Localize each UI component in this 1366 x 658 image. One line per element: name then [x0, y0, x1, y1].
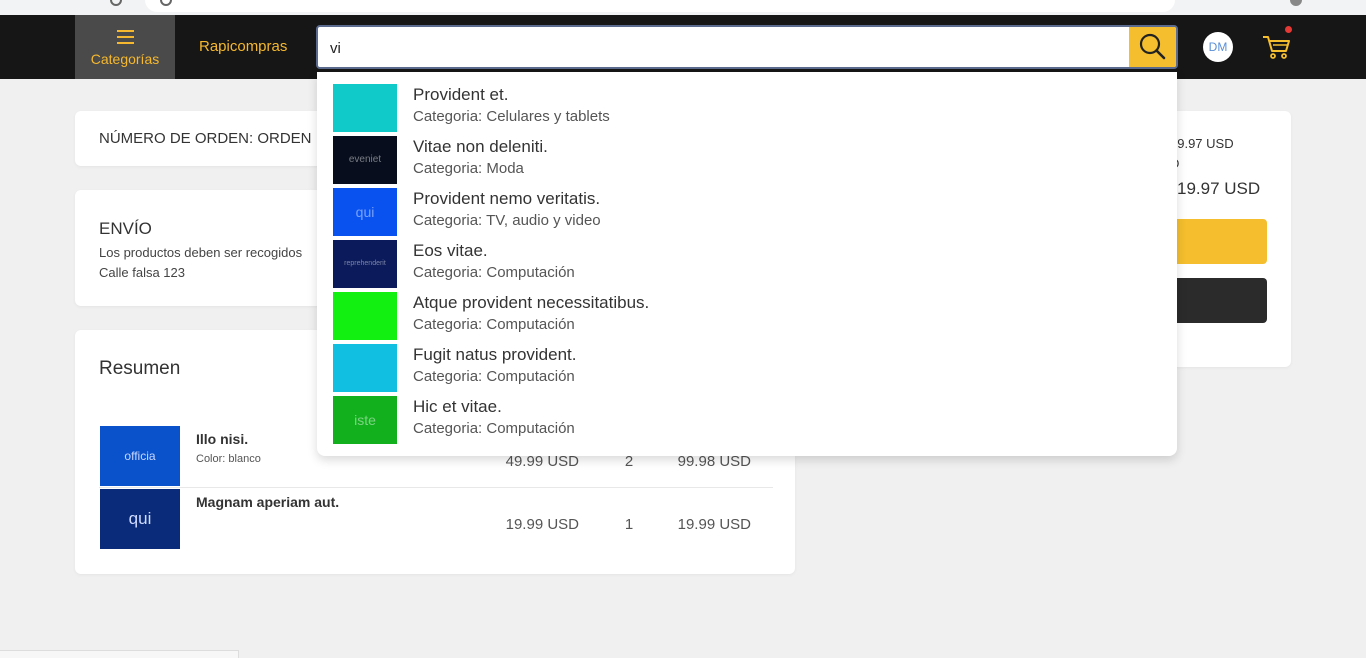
product-name: Illo nisi.: [196, 431, 249, 447]
suggestion-thumbnail: [333, 84, 397, 132]
product-thumbnail: officia: [100, 426, 180, 486]
suggestion-item[interactable]: Fugit natus provident. Categoria: Comput…: [333, 344, 1163, 394]
cart-icon: [1263, 36, 1290, 59]
suggestion-name: Hic et vitae.: [413, 397, 502, 416]
suggestion-thumbnail: reprehenderit: [333, 240, 397, 288]
suggestion-item[interactable]: qui Provident nemo veritatis. Categoria:…: [333, 188, 1163, 238]
cart-notification-badge: [1285, 26, 1292, 33]
suggestion-thumbnail: iste: [333, 396, 397, 444]
product-name: Magnam aperiam aut.: [196, 494, 340, 510]
search-suggestions-dropdown: Provident et. Categoria: Celulares y tab…: [317, 72, 1177, 456]
suggestion-name: Provident nemo veritatis.: [413, 189, 601, 208]
suggestion-thumbnail: qui: [333, 188, 397, 236]
suggestion-item[interactable]: eveniet Vitae non deleniti. Categoria: M…: [333, 136, 1163, 186]
shipping-note: Los productos deben ser recogidos: [99, 245, 303, 260]
suggestion-name: Vitae non deleniti.: [413, 137, 548, 156]
product-total: 19.99 USD: [677, 516, 751, 533]
product-price: 19.99 USD: [505, 516, 579, 533]
hamburger-menu-icon: [117, 30, 134, 48]
suggestion-name: Atque provident necessitatibus.: [413, 293, 650, 312]
suggestion-item[interactable]: reprehenderit Eos vitae. Categoria: Comp…: [333, 240, 1163, 290]
suggestion-category: Categoria: Computación: [413, 368, 575, 385]
navbar: Categorías Rapicompras DM: [0, 15, 1366, 79]
order-number: NÚMERO DE ORDEN: ORDEN: [99, 130, 312, 147]
suggestion-name: Provident et.: [413, 85, 509, 104]
suggestion-category: Categoria: Computación: [413, 316, 575, 333]
rapicompras-link[interactable]: Rapicompras: [199, 38, 287, 55]
suggestion-item[interactable]: Atque provident necessitatibus. Categori…: [333, 292, 1163, 342]
suggestion-name: Eos vitae.: [413, 241, 488, 260]
reload-icon[interactable]: [110, 0, 122, 6]
product-quantity: 1: [624, 516, 634, 533]
product-color: Color: blanco: [196, 453, 261, 465]
browser-toolbar: [0, 0, 1366, 15]
search-input[interactable]: [328, 35, 1122, 61]
search-icon: [1139, 33, 1166, 60]
suggestion-category: Categoria: Moda: [413, 160, 524, 177]
shipping-address: Calle falsa 123: [99, 265, 185, 280]
suggestion-category: Categoria: TV, audio y video: [413, 212, 601, 229]
suggestion-item[interactable]: Provident et. Categoria: Celulares y tab…: [333, 84, 1163, 134]
summary-title: Resumen: [99, 358, 181, 379]
avatar[interactable]: DM: [1203, 32, 1233, 62]
suggestion-name: Fugit natus provident.: [413, 345, 577, 364]
total-value: 19.97 USD: [1177, 179, 1261, 198]
suggestion-thumbnail: [333, 344, 397, 392]
table-row: qui Magnam aperiam aut. 19.99 USD 1 19.9…: [99, 488, 773, 550]
product-thumbnail: qui: [100, 489, 180, 549]
cart-button[interactable]: [1260, 26, 1294, 63]
categories-button[interactable]: Categorías: [75, 15, 175, 79]
suggestion-category: Categoria: Computación: [413, 420, 575, 437]
suggestion-item[interactable]: iste Hic et vitae. Categoria: Computació…: [333, 396, 1163, 446]
search-button[interactable]: [1129, 27, 1176, 67]
suggestion-category: Categoria: Celulares y tablets: [413, 108, 610, 125]
categories-label: Categorías: [90, 51, 160, 67]
search-bar: [316, 25, 1178, 69]
profile-icon[interactable]: [1290, 0, 1302, 6]
shipping-title: ENVÍO: [99, 219, 152, 238]
suggestion-category: Categoria: Computación: [413, 264, 575, 281]
suggestion-thumbnail: eveniet: [333, 136, 397, 184]
address-bar[interactable]: [145, 0, 1175, 12]
subtotal-value: 19.97 USD: [1170, 136, 1234, 151]
suggestion-thumbnail: [333, 292, 397, 340]
